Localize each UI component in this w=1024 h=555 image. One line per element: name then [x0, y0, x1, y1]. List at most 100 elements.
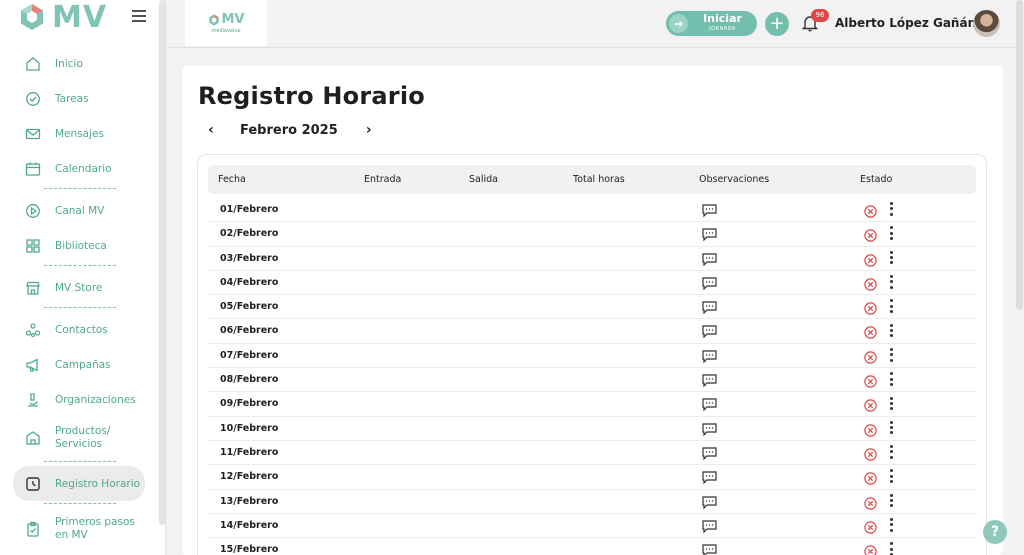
sidebar-item-mensajes[interactable]: Mensajes	[0, 116, 158, 151]
table-row: 12/Febrero	[208, 465, 976, 490]
menu-toggle-icon[interactable]	[132, 10, 146, 25]
main-scrollbar[interactable]	[1016, 0, 1023, 310]
row-more-options-icon[interactable]	[888, 541, 894, 555]
month-label: Febrero 2025	[240, 122, 338, 138]
row-date: 06/Febrero	[220, 325, 279, 337]
comment-icon[interactable]	[702, 445, 717, 461]
table-row: 07/Febrero	[208, 344, 976, 369]
sidebar-item-contactos[interactable]: Contactos	[0, 312, 158, 347]
user-avatar[interactable]	[973, 10, 1000, 37]
row-date: 02/Febrero	[220, 228, 279, 240]
table-row: 09/Febrero	[208, 392, 976, 417]
comment-icon[interactable]	[702, 348, 717, 364]
status-rejected-icon	[864, 397, 877, 413]
comment-icon[interactable]	[702, 251, 717, 267]
row-more-options-icon[interactable]	[888, 322, 894, 338]
row-more-options-icon[interactable]	[888, 444, 894, 460]
column-header-observaciones: Observaciones	[699, 174, 770, 185]
megaphone-icon	[24, 356, 42, 374]
comment-icon[interactable]	[702, 299, 717, 315]
comment-icon[interactable]	[702, 421, 717, 437]
row-more-options-icon[interactable]	[888, 395, 894, 411]
table-row: 02/Febrero	[208, 222, 976, 247]
nav-divider	[44, 188, 116, 189]
row-more-options-icon[interactable]	[888, 347, 894, 363]
sidebar-item-calendario[interactable]: Calendario	[0, 151, 158, 186]
sidebar-item-label: Tareas	[55, 92, 89, 105]
row-date: 08/Febrero	[220, 374, 279, 386]
comment-icon[interactable]	[702, 372, 717, 388]
table-header: Fecha Entrada Salida Total horas Observa…	[208, 165, 976, 194]
table-row: 10/Febrero	[208, 417, 976, 441]
calendar-icon	[24, 160, 42, 178]
user-name[interactable]: Alberto López Gañán	[835, 16, 976, 30]
sidebar-scrollbar[interactable]	[159, 0, 165, 525]
add-button[interactable]: +	[765, 12, 789, 36]
row-more-options-icon[interactable]	[888, 274, 894, 290]
nav-divider	[44, 307, 116, 308]
comment-icon[interactable]	[702, 226, 717, 242]
sidebar-item-tareas[interactable]: Tareas	[0, 81, 158, 116]
column-header-fecha: Fecha	[218, 174, 246, 185]
status-rejected-icon	[864, 470, 877, 485]
comment-icon[interactable]	[702, 275, 717, 291]
status-rejected-icon	[864, 495, 877, 510]
sidebar-item-productos[interactable]: Productos/ Servicios	[0, 417, 158, 459]
row-more-options-icon[interactable]	[888, 250, 894, 266]
sidebar-item-registro-horario[interactable]: Registro Horario	[13, 466, 145, 501]
sidebar-item-label: Inicio	[55, 57, 83, 70]
row-more-options-icon[interactable]	[888, 468, 894, 484]
column-header-entrada: Entrada	[364, 174, 402, 185]
nav-divider	[44, 461, 116, 462]
comment-icon[interactable]	[702, 542, 717, 555]
row-more-options-icon[interactable]	[888, 493, 894, 509]
start-shift-button[interactable]: Iniciar JORNADA	[666, 11, 757, 36]
status-rejected-icon	[864, 349, 877, 364]
row-more-options-icon[interactable]	[888, 201, 894, 217]
table-row: 13/Febrero	[208, 490, 976, 514]
row-date: 01/Febrero	[220, 204, 279, 215]
check-circle-icon	[24, 90, 42, 108]
sidebar-item-label: Biblioteca	[55, 239, 107, 252]
row-more-options-icon[interactable]	[888, 371, 894, 387]
sidebar-item-mv-store[interactable]: MV Store	[0, 270, 158, 305]
comment-icon[interactable]	[702, 396, 717, 412]
row-more-options-icon[interactable]	[888, 225, 894, 241]
nav-divider	[44, 265, 116, 266]
status-rejected-icon	[864, 324, 877, 340]
page-title: Registro Horario	[198, 82, 425, 110]
row-more-options-icon[interactable]	[888, 298, 894, 314]
sidebar: MV Inicio Tareas Mensajes Calendario Can…	[0, 0, 166, 555]
table-row: 15/Febrero	[208, 538, 976, 555]
table-row: 03/Febrero	[208, 247, 976, 271]
row-date: 12/Febrero	[220, 471, 279, 483]
comment-icon[interactable]	[702, 323, 717, 339]
table-row: 06/Febrero	[208, 319, 976, 344]
sidebar-item-primeros-pasos[interactable]: Primeros pasos en MV	[0, 508, 158, 550]
row-date: 04/Febrero	[220, 276, 279, 288]
company-logo-mark: MV	[208, 12, 245, 27]
row-more-options-icon[interactable]	[888, 517, 894, 533]
row-date: 11/Febrero	[220, 446, 279, 458]
clipboard-icon	[24, 520, 42, 538]
start-shift-sublabel: JORNADA	[709, 25, 736, 32]
row-more-options-icon[interactable]	[888, 420, 894, 436]
next-month-chevron-icon[interactable]: ›	[362, 122, 376, 138]
sidebar-item-campanas[interactable]: Campañas	[0, 347, 158, 382]
comment-icon[interactable]	[702, 202, 717, 218]
comment-icon[interactable]	[702, 518, 717, 534]
row-date: 13/Febrero	[220, 495, 279, 507]
previous-month-chevron-icon[interactable]: ‹	[204, 122, 218, 138]
sidebar-item-organizaciones[interactable]: Organizaciones	[0, 382, 158, 417]
sidebar-item-label: Mensajes	[55, 127, 104, 140]
comment-icon[interactable]	[702, 469, 717, 485]
comment-icon[interactable]	[702, 494, 717, 510]
status-rejected-icon	[864, 276, 877, 291]
sidebar-item-canal-mv[interactable]: Canal MV	[0, 193, 158, 228]
sidebar-item-inicio[interactable]: Inicio	[0, 46, 158, 81]
status-rejected-icon	[864, 446, 877, 461]
building-icon	[24, 429, 42, 447]
help-button[interactable]: ?	[983, 520, 1007, 544]
sidebar-item-label: Campañas	[55, 358, 111, 371]
sidebar-item-biblioteca[interactable]: Biblioteca	[0, 228, 158, 263]
